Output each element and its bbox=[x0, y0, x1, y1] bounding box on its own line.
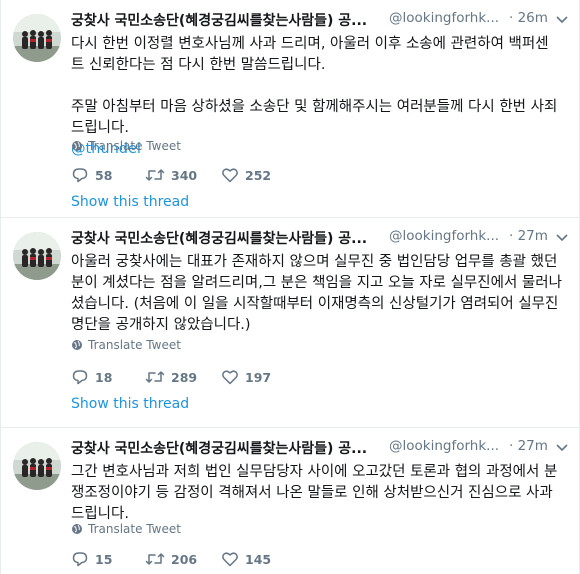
tweet-feed: 궁찾사 국민소송단(혜경궁김씨를찾는사람들) 공... @lookingforh… bbox=[0, 0, 580, 574]
retweet-button[interactable]: 206 bbox=[145, 550, 221, 568]
tweet-time[interactable]: · 27m bbox=[509, 438, 548, 454]
caret-down-icon[interactable] bbox=[555, 230, 569, 244]
tweet-line: 주말 아침부터 마음 상하셨을 소송단 및 함께해주시는 여러분들께 다시 한번… bbox=[71, 99, 558, 115]
reply-count: 58 bbox=[95, 167, 113, 183]
reply-button[interactable]: 18 bbox=[71, 368, 145, 386]
show-thread-link[interactable]: Show this thread bbox=[71, 194, 189, 210]
reply-button[interactable]: 15 bbox=[71, 550, 145, 568]
like-count: 197 bbox=[245, 369, 272, 385]
author-handle[interactable]: @lookingforhk... bbox=[389, 438, 499, 454]
like-count: 252 bbox=[245, 167, 272, 183]
author-name[interactable]: 궁찾사 국민소송단(혜경궁김씨를찾는사람들) 공... bbox=[71, 441, 367, 457]
tweet[interactable]: 궁찾사 국민소송단(혜경궁김씨를찾는사람들) 공... @lookingforh… bbox=[1, 0, 580, 218]
globe-icon bbox=[72, 340, 82, 350]
reply-count: 15 bbox=[95, 551, 113, 567]
tweet-line: 셨습니다. (처음에 이 일을 시작할때부터 이재명측의 신상털기가 염려되어 … bbox=[71, 296, 559, 312]
tweet[interactable]: 궁찾사 국민소송단(혜경궁김씨를찾는사람들) 공... @lookingforh… bbox=[1, 218, 580, 428]
translate-label: Translate Tweet bbox=[88, 139, 181, 153]
tweet-actions: 18 289 197 bbox=[71, 366, 321, 388]
reply-count: 18 bbox=[95, 369, 113, 385]
show-thread-link[interactable]: Show this thread bbox=[71, 396, 189, 412]
like-button[interactable]: 145 bbox=[221, 550, 321, 568]
translate-tweet-link[interactable]: Translate Tweet bbox=[71, 137, 181, 155]
tweet-line: 명단을 공개하지 않았습니다.) bbox=[71, 317, 251, 333]
tweet-text: 아울러 궁찾사에는 대표가 존재하지 않으며 실무진 중 법인담당 업무를 총괄… bbox=[71, 252, 567, 336]
tweet-header: 궁찾사 국민소송단(혜경궁김씨를찾는사람들) 공... @lookingforh… bbox=[71, 438, 569, 458]
author-handle[interactable]: @lookingforhk... bbox=[389, 228, 499, 244]
translate-tweet-link[interactable]: Translate Tweet bbox=[71, 520, 181, 538]
globe-icon bbox=[72, 141, 82, 151]
reply-icon bbox=[72, 552, 88, 567]
retweet-count: 289 bbox=[171, 369, 198, 385]
reply-icon bbox=[72, 370, 88, 385]
retweet-count: 206 bbox=[171, 551, 198, 567]
author-handle[interactable]: @lookingforhk... bbox=[389, 10, 499, 26]
retweet-count: 340 bbox=[171, 167, 198, 183]
retweet-button[interactable]: 340 bbox=[145, 166, 221, 184]
avatar[interactable] bbox=[13, 442, 61, 490]
author-name[interactable]: 궁찾사 국민소송단(혜경궁김씨를찾는사람들) 공... bbox=[71, 231, 367, 247]
like-button[interactable]: 197 bbox=[221, 368, 321, 386]
tweet-line: 다시 한번 이정렬 변호사님께 사과 드리며, 아울러 이후 소송에 관련하여 … bbox=[71, 36, 549, 52]
tweet-time[interactable]: · 27m bbox=[509, 228, 548, 244]
like-count: 145 bbox=[245, 551, 272, 567]
avatar[interactable] bbox=[13, 14, 61, 62]
tweet-time[interactable]: · 26m bbox=[509, 10, 548, 26]
like-button[interactable]: 252 bbox=[221, 166, 321, 184]
retweet-icon bbox=[145, 169, 165, 181]
tweet-header: 궁찾사 국민소송단(혜경궁김씨를찾는사람들) 공... @lookingforh… bbox=[71, 228, 569, 248]
like-icon bbox=[222, 168, 238, 183]
like-icon bbox=[222, 552, 238, 567]
retweet-button[interactable]: 289 bbox=[145, 368, 221, 386]
tweet-header: 궁찾사 국민소송단(혜경궁김씨를찾는사람들) 공... @lookingforh… bbox=[71, 10, 569, 30]
tweet-line: 쟁조정이야기 등 감정이 격해져서 나온 말들로 인해 상처받으신거 진심으로 … bbox=[71, 485, 553, 501]
tweet-text: 그간 변호사님과 저희 법인 실무담당자 사이에 오고갔던 토론과 협의 과정에… bbox=[71, 462, 567, 525]
reply-icon bbox=[72, 168, 88, 183]
tweet-actions: 58 340 252 bbox=[71, 164, 321, 186]
tweet-line: 분이 계셨다는 점을 알려드리며,그 분은 책임을 지고 오늘 자로 실무진에서… bbox=[71, 275, 562, 291]
tweet[interactable]: 궁찾사 국민소송단(혜경궁김씨를찾는사람들) 공... @lookingforh… bbox=[1, 428, 580, 574]
retweet-icon bbox=[145, 371, 165, 383]
translate-tweet-link[interactable]: Translate Tweet bbox=[71, 336, 181, 354]
caret-down-icon[interactable] bbox=[555, 440, 569, 454]
tweet-actions: 15 206 145 bbox=[71, 548, 321, 570]
avatar[interactable] bbox=[13, 232, 61, 280]
author-name[interactable]: 궁찾사 국민소송단(혜경궁김씨를찾는사람들) 공... bbox=[71, 13, 367, 29]
like-icon bbox=[222, 370, 238, 385]
tweet-line: 그간 변호사님과 저희 법인 실무담당자 사이에 오고갔던 토론과 협의 과정에… bbox=[71, 464, 558, 480]
tweet-line: 드립니다. bbox=[71, 120, 129, 136]
retweet-icon bbox=[145, 553, 165, 565]
tweet-line: 트 신뢰한다는 점 다시 한번 말씀드립니다. bbox=[71, 57, 326, 73]
globe-icon bbox=[72, 524, 82, 534]
caret-down-icon[interactable] bbox=[555, 12, 569, 26]
reply-button[interactable]: 58 bbox=[71, 166, 145, 184]
tweet-line: 아울러 궁찾사에는 대표가 존재하지 않으며 실무진 중 법인담당 업무를 총괄… bbox=[71, 254, 558, 270]
translate-label: Translate Tweet bbox=[88, 338, 181, 352]
translate-label: Translate Tweet bbox=[88, 522, 181, 536]
